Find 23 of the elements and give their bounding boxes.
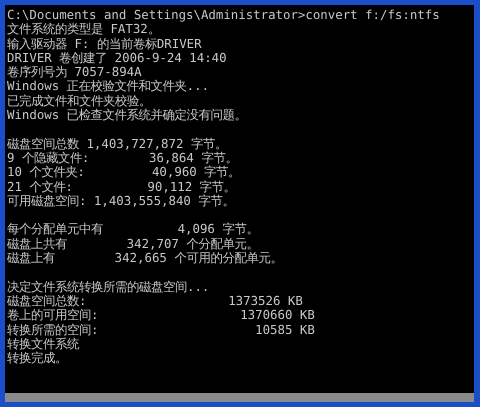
console-line: 转换所需的空间: 10585 KB xyxy=(7,322,316,337)
console-line: 转换完成。 xyxy=(7,351,68,366)
console-line: DRIVER 卷创建了 2006-9-24 14:40 xyxy=(7,50,228,66)
console-line: 可用磁盘空间: 1,403,555,840 字节。 xyxy=(7,194,236,208)
scrollbar-track[interactable] xyxy=(5,393,474,402)
console-line: 磁盘空间总数: 1373526 KB xyxy=(7,294,304,308)
console-line: 21 个文件: 90,112 字节。 xyxy=(7,180,237,194)
console-line: 已完成文件和文件夹校验。 xyxy=(7,94,152,108)
console-line: Windows 正在校验文件和文件夹... xyxy=(7,79,210,94)
console-line: Windows 已检查文件系统并确定没有问题。 xyxy=(7,108,248,122)
console-line: 每个分配单元中有 4,096 字节。 xyxy=(7,222,260,237)
console-line: 磁盘上共有 342,707 个分配单元。 xyxy=(7,236,260,252)
console-line: 9 个隐藏文件: 36,864 字节。 xyxy=(7,150,238,166)
console-line: 卷序列号为 7057-894A xyxy=(7,65,143,80)
console-line: 10 个文件夹: 40,960 字节。 xyxy=(7,165,242,180)
console-line: 决定文件系统转换所需的磁盘空间... xyxy=(7,280,210,294)
console-line: 文件系统的类型是 FAT32。 xyxy=(7,22,160,37)
console-line: 卷上的可用空间: 1370660 KB xyxy=(7,308,316,323)
console-line: 磁盘空间总数 1,403,727,872 字节。 xyxy=(7,136,228,151)
console-line: C:\Documents and Settings\Administrator>convert f:/fs:ntfs xyxy=(7,8,441,22)
console-line: 转换文件系统 xyxy=(7,336,80,352)
console-line: 输入驱动器 F: 的当前卷标DRIVER xyxy=(7,36,203,51)
console-line: 磁盘上有 342,665 个可用的分配单元。 xyxy=(7,251,284,266)
